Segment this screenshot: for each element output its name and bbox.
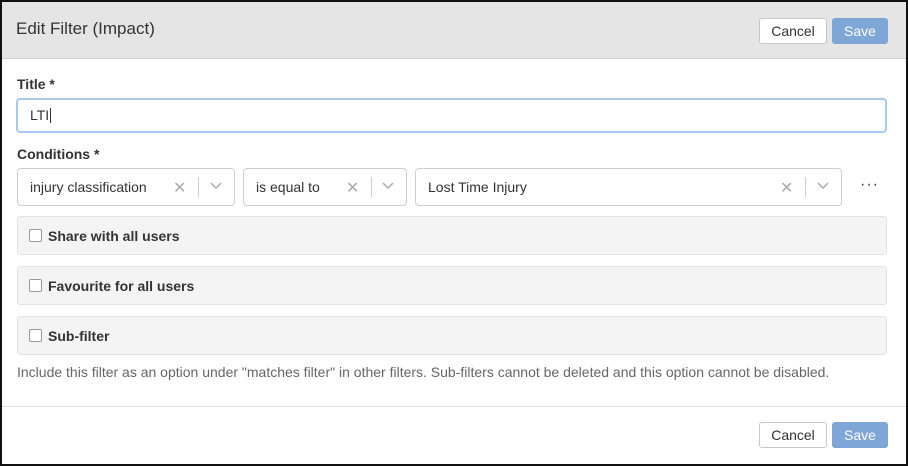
save-button-bottom[interactable]: Save xyxy=(832,422,888,448)
sub-filter-help-text: Include this filter as an option under "… xyxy=(17,364,830,380)
title-input-value: LTI xyxy=(30,107,50,123)
title-input[interactable]: LTI xyxy=(16,98,887,133)
condition-value-value: Lost Time Injury xyxy=(428,179,527,195)
clear-icon[interactable]: ✕ xyxy=(346,178,359,198)
condition-field-select[interactable]: injury classification ✕ xyxy=(17,168,235,206)
edit-filter-dialog: Edit Filter (Impact) Cancel Save Title *… xyxy=(0,0,908,466)
condition-operator-value: is equal to xyxy=(256,179,320,195)
chevron-down-icon[interactable] xyxy=(208,177,224,193)
favourite-for-all-users-label: Favourite for all users xyxy=(48,278,195,294)
title-label: Title * xyxy=(17,76,55,92)
footer-divider xyxy=(2,406,906,407)
sub-filter-label: Sub-filter xyxy=(48,328,110,344)
select-separator xyxy=(805,177,806,197)
select-separator xyxy=(198,177,199,197)
cancel-button-bottom[interactable]: Cancel xyxy=(759,422,827,448)
condition-field-value: injury classification xyxy=(30,179,147,195)
cancel-button-top[interactable]: Cancel xyxy=(759,18,827,44)
dialog-title: Edit Filter (Impact) xyxy=(16,19,155,38)
checkbox-icon[interactable] xyxy=(29,229,42,242)
more-icon[interactable]: ··· xyxy=(860,176,879,194)
share-with-all-users-label: Share with all users xyxy=(48,228,180,244)
condition-operator-select[interactable]: is equal to ✕ xyxy=(243,168,407,206)
conditions-label: Conditions * xyxy=(17,146,100,162)
favourite-for-all-users-option[interactable]: Favourite for all users xyxy=(17,266,887,305)
text-caret xyxy=(50,108,52,123)
chevron-down-icon[interactable] xyxy=(815,177,831,193)
dialog-header: Edit Filter (Impact) Cancel Save xyxy=(2,2,906,59)
sub-filter-option[interactable]: Sub-filter xyxy=(17,316,887,355)
select-separator xyxy=(371,177,372,197)
clear-icon[interactable]: ✕ xyxy=(173,178,186,198)
condition-value-select[interactable]: Lost Time Injury ✕ xyxy=(415,168,842,206)
checkbox-icon[interactable] xyxy=(29,279,42,292)
chevron-down-icon[interactable] xyxy=(380,177,396,193)
checkbox-icon[interactable] xyxy=(29,329,42,342)
save-button-top[interactable]: Save xyxy=(832,18,888,44)
clear-icon[interactable]: ✕ xyxy=(780,178,793,198)
share-with-all-users-option[interactable]: Share with all users xyxy=(17,216,887,255)
